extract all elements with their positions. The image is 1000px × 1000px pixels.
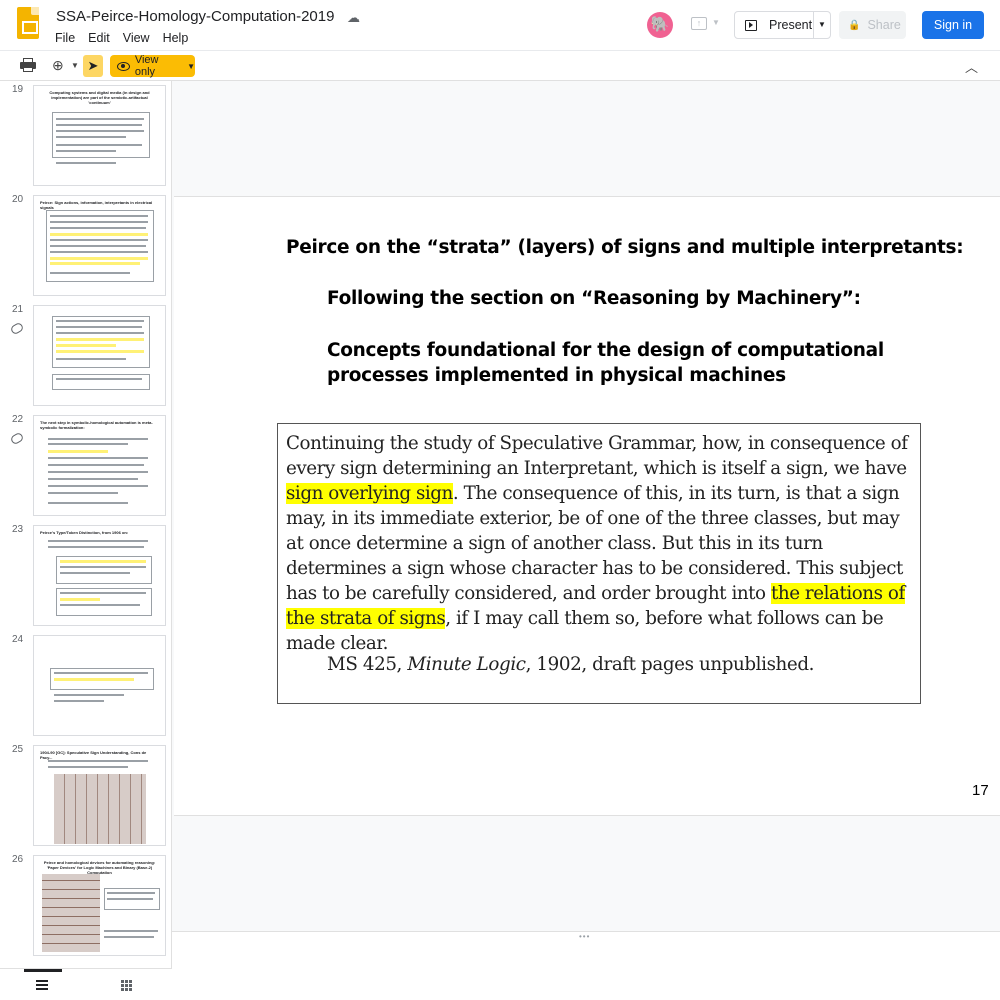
filmstrip-view-icon[interactable] [36,980,48,990]
speaker-notes-icon [11,322,23,333]
slide-number: 23 [12,524,24,535]
citation: MS 425, Minute Logic, 1902, draft pages … [327,654,815,675]
slide-number: 19 [12,84,24,95]
thumbnail-title: Computing systems and digital media (in … [49,90,150,105]
highlight-sign-overlying-sign: sign overlying sign [286,483,453,504]
present-label: Present [769,18,813,32]
slide-thumbnail[interactable] [33,305,166,406]
slide-page-number: 17 [972,782,989,799]
slide-thumbnail[interactable] [33,635,166,736]
filmstrip-slide[interactable]: 19 Computing systems and digital media (… [0,81,171,186]
slide-thumbnail[interactable]: Peirce's Type/Token Distinction, from 19… [33,525,166,626]
menu-edit[interactable]: Edit [88,31,110,45]
slide-thumbnail[interactable]: Peirce and homological devices for autom… [33,855,166,956]
slide-thumbnail[interactable]: 1904-90 [GC]: Speculative Sign Understan… [33,745,166,846]
filmstrip-slide[interactable]: 25 1904-90 [GC]: Speculative Sign Unders… [0,741,171,846]
menu-file[interactable]: File [55,31,75,45]
filmstrip-footer [0,968,172,1000]
slides-logo-icon[interactable] [17,7,39,39]
document-title[interactable]: SSA-Peirce-Homology-Computation-2019 [56,8,334,25]
upload-icon: ↑ [691,17,707,30]
present-button[interactable]: Present [735,12,814,38]
move-to-button[interactable]: ↑ ▼ [688,14,722,36]
filmstrip-slide[interactable]: 23 Peirce's Type/Token Distinction, from… [0,521,171,626]
thumbnail-title: Peirce and homological devices for autom… [43,860,156,875]
thumbnail-title: Peirce's Type/Token Distinction, from 19… [40,530,129,535]
present-options-chevron-icon[interactable]: ▼ [814,12,830,38]
slide-thumbnail[interactable]: Peirce: Sign actions, information, inter… [33,195,166,296]
slide-number: 24 [12,634,24,645]
view-only-button[interactable]: View only ▼ [110,54,195,78]
filmstrip-slide[interactable]: 26 Peirce and homological devices for au… [0,851,171,956]
thumbnail-title: 1904-90 [GC]: Speculative Sign Understan… [40,750,147,760]
sign-in-button[interactable]: Sign in [922,11,984,39]
active-view-indicator [24,969,62,972]
menu-help[interactable]: Help [163,31,189,45]
lock-icon: 🔒 [848,19,861,31]
top-bar: SSA-Peirce-Homology-Computation-2019 ☁ F… [0,0,1000,50]
grid-view-icon[interactable] [121,980,132,991]
filmstrip-slide[interactable]: 20 Peirce: Sign actions, information, in… [0,191,171,296]
quote-text: Continuing the study of Speculative Gram… [286,433,908,654]
print-icon[interactable] [20,58,36,72]
slide-number: 26 [12,854,24,865]
present-button-group: Present ▼ [734,11,831,39]
present-icon [745,19,757,31]
slide-thumbnail[interactable]: The next step in symbolic-homological au… [33,415,166,516]
slide-number: 20 [12,194,24,205]
cloud-status-icon[interactable]: ☁ [347,10,360,26]
slide-title: Peirce on the “strata” (layers) of signs… [286,237,964,258]
view-only-label: View only [134,54,159,78]
current-slide[interactable]: Peirce on the “strata” (layers) of signs… [174,196,1000,816]
chevron-down-icon: ▼ [712,18,720,27]
filmstrip-slide[interactable]: 21 [0,301,171,406]
zoom-icon[interactable]: ⊕ [52,57,64,74]
slide-subtitle-secondary: Concepts foundational for the design of … [327,340,884,386]
slide-filmstrip[interactable]: 19 Computing systems and digital media (… [0,81,172,968]
speaker-notes-panel[interactable] [172,939,1000,1000]
eye-icon [117,61,130,71]
share-label: Share [867,18,901,32]
thumbnail-title: Peirce: Sign actions, information, inter… [40,200,153,210]
anonymous-animal-avatar-icon[interactable]: 🐘 [647,12,673,38]
manuscript-image [54,774,146,844]
share-button[interactable]: 🔒 Share [839,11,906,39]
menu-view[interactable]: View [123,31,150,45]
slide-number: 22 [12,414,24,425]
slide-thumbnail[interactable]: Computing systems and digital media (in … [33,85,166,186]
quote-box: Continuing the study of Speculative Gram… [277,423,921,704]
chevron-down-icon: ▼ [187,61,195,71]
collapse-menus-chevron-up-icon[interactable]: ︿ [965,57,978,76]
toolbar: ⊕ ▼ ➤ View only ▼ ︿ [0,50,1000,81]
filmstrip-slide[interactable]: 24 [0,631,171,736]
speaker-notes-icon [11,432,23,443]
filmstrip-slide[interactable]: 22 The next step in symbolic-homological… [0,411,171,516]
manuscript-image [42,874,100,952]
thumbnail-title: The next step in symbolic-homological au… [40,420,153,430]
menu-bar: File Edit View Help [55,31,201,45]
slide-number: 21 [12,304,24,315]
notes-splitter[interactable]: ••• [172,931,1000,941]
slide-number: 25 [12,744,24,755]
zoom-chevron-down-icon[interactable]: ▼ [71,61,79,70]
slide-subtitle: Following the section on “Reasoning by M… [327,288,861,309]
select-cursor-icon[interactable]: ➤ [83,55,103,77]
